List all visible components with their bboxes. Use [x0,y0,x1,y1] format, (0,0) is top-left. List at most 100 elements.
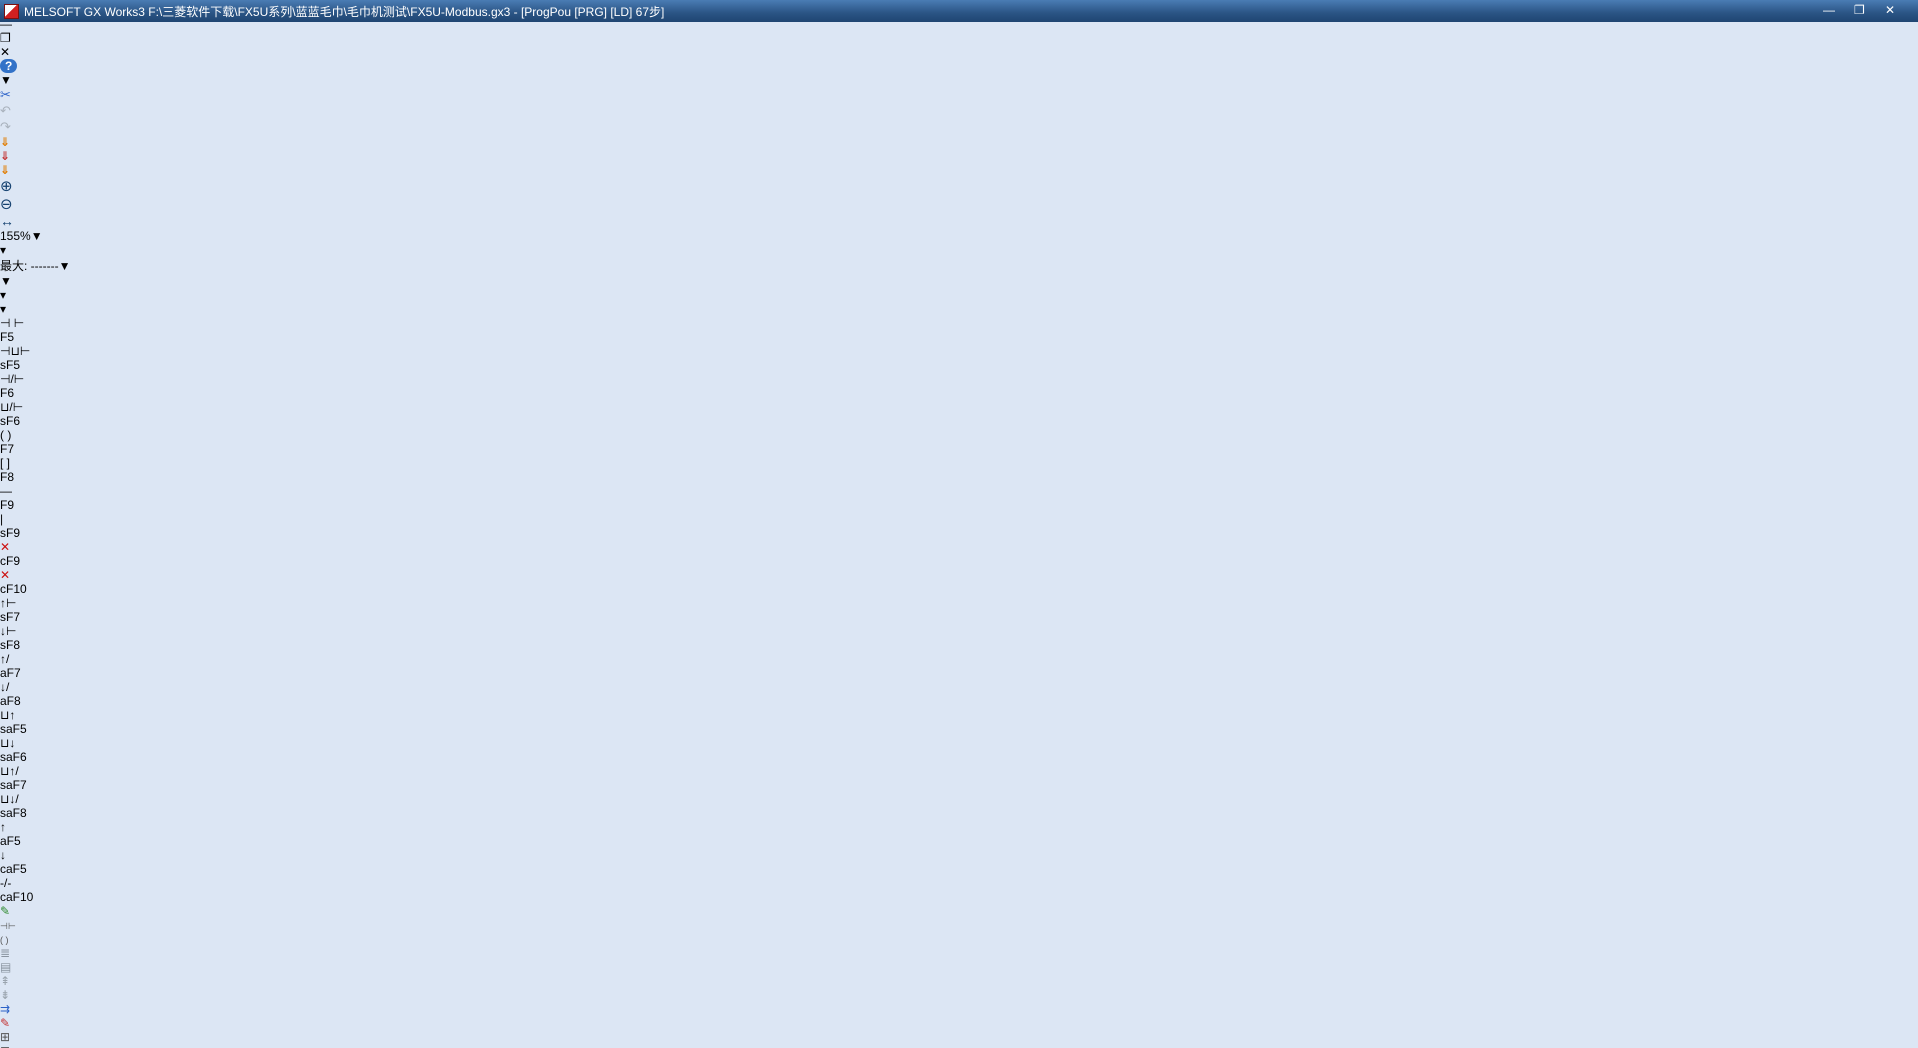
transfer-setup-1-button[interactable]: ⇓ [0,135,1918,149]
ladder-edit-mode-icon: ✎ [0,904,11,918]
rising-pulse-button[interactable]: ↑ aF5 [0,820,1918,848]
redo-button: ↷ [0,119,1918,135]
invert-operation-icon: -/- [0,876,12,890]
device-find-edit-button[interactable]: ✎ [0,1016,1918,1030]
cut-icon: ✂ [0,87,11,102]
help-icon: ? [0,59,18,73]
key-label: sF6 [0,414,21,428]
doc-close-button[interactable]: ✕ [0,45,1918,59]
open-contact-button[interactable]: ⊣ ⊢ F5 [0,316,1918,344]
pulse-open-neg-branch-icon: ⊔↑/ [0,764,19,778]
close-contact-icon: ⊣/⊢ [0,372,25,386]
key-label: sF9 [0,526,21,540]
pulse-close-branch-button[interactable]: ⊔↓ saF6 [0,736,1918,764]
undo-icon: ↶ [0,103,11,118]
key-label: F8 [0,470,15,484]
close-contact-button[interactable]: ⊣/⊢ F6 [0,372,1918,400]
key-label: aF7 [0,666,21,680]
pulse-open-neg-branch-button[interactable]: ⊔↑/saF7 [0,764,1918,792]
close-button[interactable]: ✕ [1885,3,1914,19]
zoom-level-combo[interactable]: 155%▼ [0,229,64,243]
pulse-open-neg-button[interactable]: ↑/aF7 [0,652,1918,680]
gx-works3-window: MELSOFT GX Works3 F:\三菱软件下载\FX5U系列\蓝蓝毛巾\… [0,0,1918,1048]
toolbar-overflow-icon[interactable]: ▾ [0,288,1918,302]
doc-restore-button[interactable]: ❐ [0,31,1918,45]
horizontal-line-button[interactable]: — F9 [0,484,1918,512]
key-label: F5 [0,330,15,344]
transfer-setup-2-icon: ⇓ [0,149,11,163]
pulse-close-neg-icon: ↓/ [0,680,10,694]
key-label: F9 [0,498,15,512]
ladder-edit-mode-button[interactable]: ✎ [0,904,1918,918]
pulse-close-neg-branch-button[interactable]: ⊔↓/saF8 [0,792,1918,820]
horizontal-line-icon: — [0,484,12,498]
coil-button[interactable]: ( ) F7 [0,428,1918,456]
open-branch-button[interactable]: ⊣⊔⊢ sF5 [0,344,1918,372]
toolbar-overflow-icon[interactable]: ▾ [0,243,1918,257]
invert-operation-button[interactable]: -/- caF10 [0,876,1918,904]
transfer-setup-3-button[interactable]: ⇓ [0,163,1918,177]
key-label: caF10 [0,890,34,904]
statement-gray-2-icon: ▤ [0,960,12,974]
pulse-close-branch-icon: ⊔↓ [0,736,16,750]
ladder-symbol-toolbar: ⊣ ⊢ F5 ⊣⊔⊢ sF5 ⊣/⊢ F6 ⊔/⊢ sF6( ) F7[ ] F8— F9 | sF9 ✕… [0,316,1918,1048]
close-branch-button[interactable]: ⊔/⊢ sF6 [0,400,1918,428]
key-label: saF5 [0,722,27,736]
delete-vertical-line-icon: ✕ [0,568,11,582]
delete-horizontal-line-button[interactable]: ✕ cF9 [0,540,1918,568]
keyword-combo[interactable]: ▼ [0,73,88,87]
delete-vertical-line-button[interactable]: ✕ cF10 [0,568,1918,596]
zoom-out-icon: ⊖ [0,196,13,213]
key-label: aF8 [0,694,21,708]
pulse-close-neg-button[interactable]: ↓/aF8 [0,680,1918,708]
transfer-setup-2-button[interactable]: ⇓ [0,149,1918,163]
open-contact-icon: ⊣ ⊢ [0,316,25,330]
pulse-close-contact-button[interactable]: ↓⊢ sF8 [0,624,1918,652]
key-label: cF10 [0,582,27,596]
minimize-button[interactable]: — [1823,3,1852,19]
pulse-close-contact-icon: ↓⊢ [0,624,17,638]
application-instruction-button[interactable]: [ ] F8 [0,456,1918,484]
device-find-edit-icon: ✎ [0,1016,11,1030]
pulse-open-branch-button[interactable]: ⊔↑ saF5 [0,708,1918,736]
insert-row-icon: ⊞ [0,1030,11,1044]
statement-gray-1-button: ≣ [0,946,1918,960]
maximize-button[interactable]: ❐ [1854,3,1883,19]
max-combo[interactable]: 最大: -------▼ [0,257,120,274]
wrap-connection-button[interactable]: ⇉ [0,1002,1918,1016]
pulse-close-neg-branch-icon: ⊔↓/ [0,792,19,806]
open-branch-icon: ⊣⊔⊢ [0,344,31,358]
pulse-open-neg-icon: ↑/ [0,652,10,666]
key-label: saF8 [0,806,27,820]
statement-gray-1-icon: ≣ [0,946,11,960]
cut-button[interactable]: ✂ [0,87,1918,103]
edit-contact-mode-button[interactable]: ⊣⊢ [0,918,1918,932]
pulse-open-contact-button[interactable]: ↑⊢ sF7 [0,596,1918,624]
transfer-setup-3-icon: ⇓ [0,163,11,177]
chevron-down-icon: ▼ [0,274,12,288]
vertical-line-button[interactable]: | sF9 [0,512,1918,540]
zoom-fit-button[interactable]: ↔ [0,213,1918,229]
insert-row-button[interactable]: ⊞ [0,1030,1918,1044]
delete-row-button[interactable]: ⊟ [0,1044,1918,1048]
jump-prev-icon: ⇞ [0,974,11,988]
undo-button: ↶ [0,103,1918,119]
chevron-down-icon: ▼ [30,229,43,243]
jump-next-icon: ⇟ [0,988,11,1002]
wrap-connection-icon: ⇉ [0,1002,11,1016]
pulse-open-contact-icon: ↑⊢ [0,596,17,610]
standard-toolbar: ? ▼ ✂ ↶ ↷ ⇓ ⇓ ⇓ ⊕ ⊖ ↔ 155%▼ ▾ 最大: -------▼ ▼ [0,59,1918,288]
watch-combo[interactable]: ▼ [0,274,170,288]
zoom-out-button[interactable]: ⊖ [0,195,1918,213]
vertical-line-icon: | [0,512,4,526]
falling-pulse-button[interactable]: ↓ caF5 [0,848,1918,876]
pulse-open-branch-icon: ⊔↑ [0,708,16,722]
zoom-in-button[interactable]: ⊕ [0,177,1918,195]
edit-coil-mode-button[interactable]: ( ) [0,932,1918,946]
title-bar: MELSOFT GX Works3 F:\三菱软件下载\FX5U系列\蓝蓝毛巾\… [0,0,1918,22]
key-label: sF8 [0,638,21,652]
toolbar-overflow-icon[interactable]: ▾ [0,302,1918,316]
help-button[interactable]: ? [0,59,1918,73]
key-label: aF5 [0,834,21,848]
key-label: saF7 [0,778,27,792]
